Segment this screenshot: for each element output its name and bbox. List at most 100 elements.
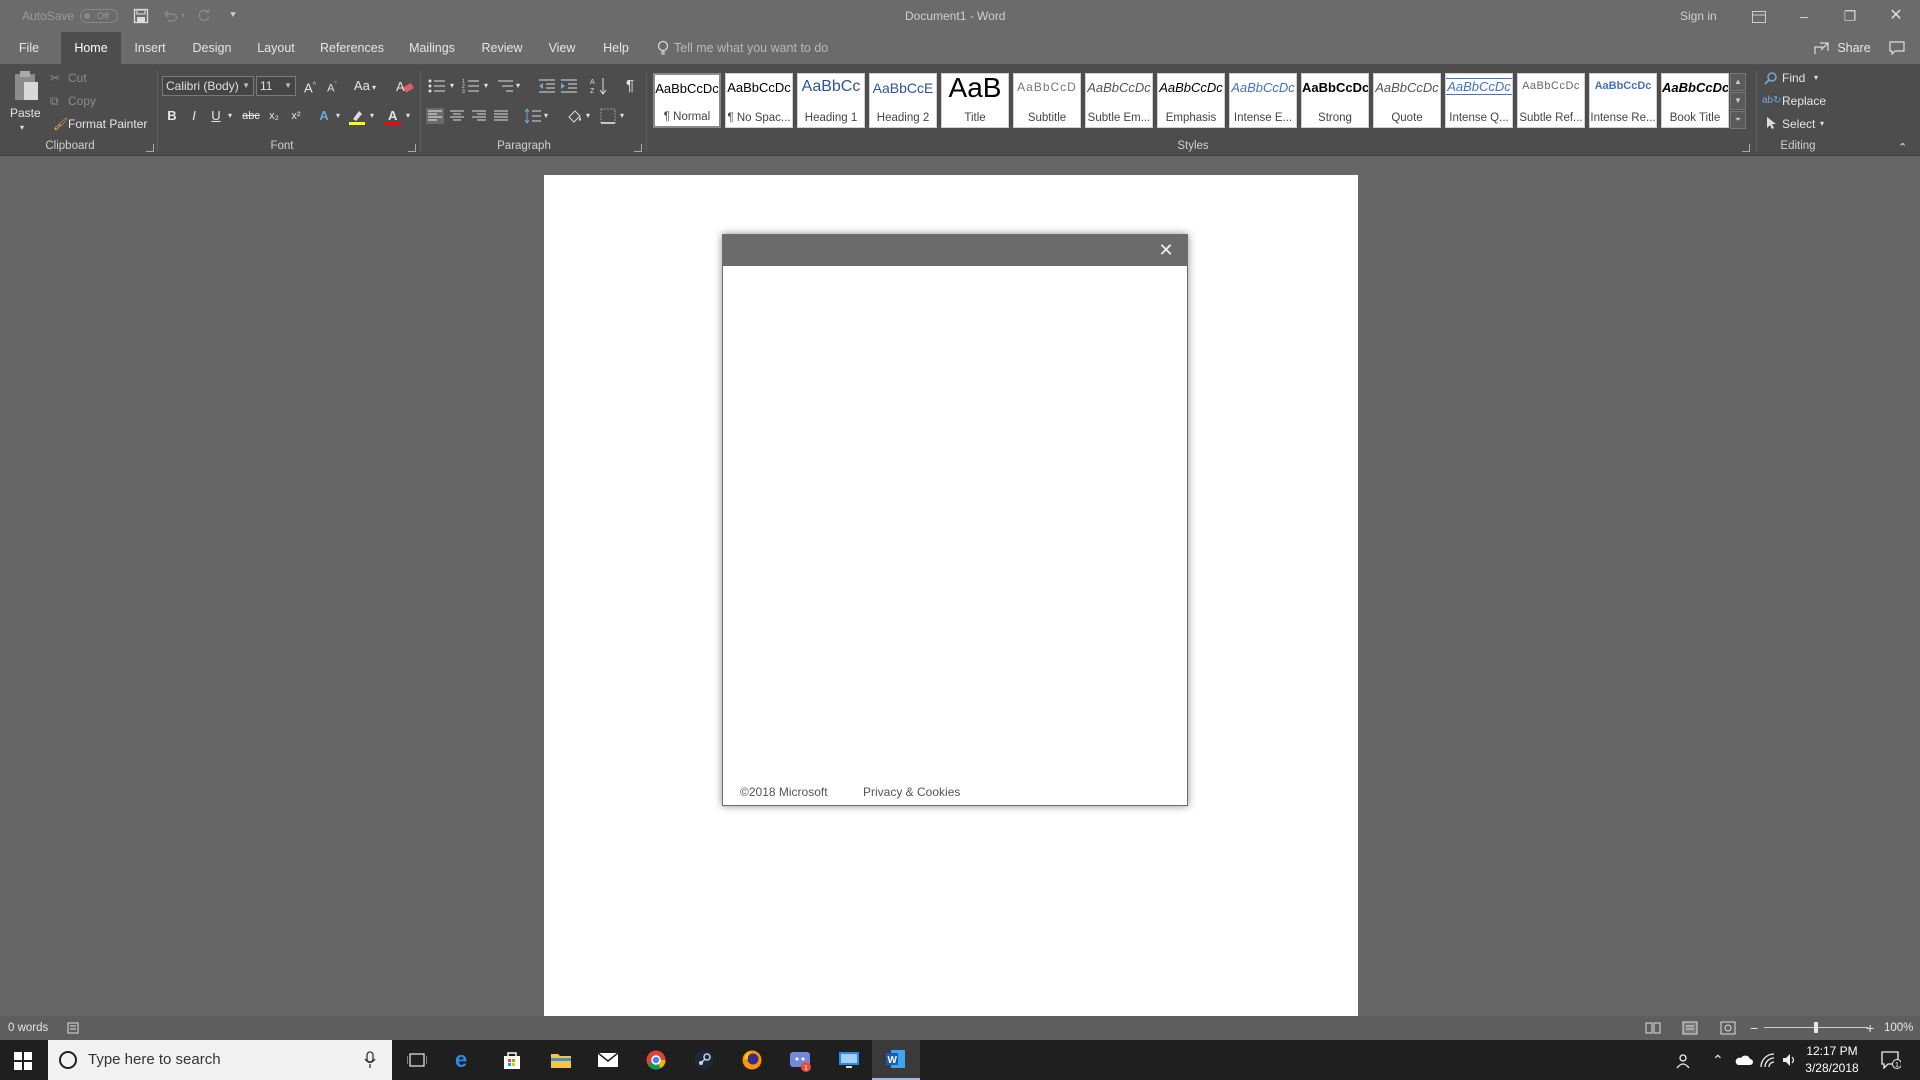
align-left-icon[interactable]: [426, 108, 444, 124]
tab-home[interactable]: Home: [61, 32, 121, 64]
collapse-ribbon-icon[interactable]: ⌃: [1898, 140, 1907, 156]
restore-icon[interactable]: ❐: [1827, 0, 1873, 32]
style-heading-1[interactable]: AaBbCc Heading 1: [797, 73, 865, 128]
style-subtitle[interactable]: AaBbCcD Subtitle: [1013, 73, 1081, 128]
file-explorer-icon[interactable]: [536, 1040, 584, 1080]
style-subtle-reference[interactable]: AaBbCcDc Subtle Ref...: [1517, 73, 1585, 128]
proofing-icon[interactable]: [67, 1022, 81, 1034]
tab-references[interactable]: References: [317, 32, 387, 64]
font-color-icon[interactable]: A: [384, 108, 402, 126]
numbering-icon[interactable]: 123: [462, 78, 480, 94]
paste-icon[interactable]: [12, 70, 40, 104]
save-icon[interactable]: [133, 8, 149, 24]
bullets-icon[interactable]: [428, 78, 446, 94]
borders-icon[interactable]: [600, 108, 616, 124]
style-no-spacing[interactable]: AaBbCcDc ¶ No Spac...: [725, 73, 793, 128]
copy-button[interactable]: Copy: [68, 93, 96, 109]
align-center-icon[interactable]: [448, 108, 466, 124]
paragraph-launcher-icon[interactable]: [634, 144, 642, 152]
tab-layout[interactable]: Layout: [252, 32, 300, 64]
tab-mailings[interactable]: Mailings: [404, 32, 460, 64]
tab-insert[interactable]: Insert: [128, 32, 172, 64]
tab-review[interactable]: Review: [477, 32, 527, 64]
styles-launcher-icon[interactable]: [1742, 144, 1750, 152]
undo-dropdown-icon[interactable]: ▾: [181, 0, 185, 32]
edge-icon[interactable]: e: [440, 1040, 488, 1080]
word-count[interactable]: 0 words: [8, 1016, 48, 1040]
numbering-dropdown-icon[interactable]: ▾: [480, 76, 492, 96]
tab-help[interactable]: Help: [596, 32, 636, 64]
line-spacing-dropdown-icon[interactable]: ▾: [540, 106, 552, 126]
grow-font-icon[interactable]: A^: [300, 76, 320, 96]
discord-icon[interactable]: 1: [776, 1040, 824, 1080]
paste-dropdown-icon[interactable]: ▾: [20, 120, 24, 136]
read-mode-icon[interactable]: [1645, 1021, 1661, 1035]
zoom-slider-thumb[interactable]: [1814, 1022, 1818, 1033]
microphone-icon[interactable]: [364, 1051, 376, 1069]
style-emphasis[interactable]: AaBbCcDc Emphasis: [1157, 73, 1225, 128]
mail-icon[interactable]: [584, 1040, 632, 1080]
style-title[interactable]: AaB Title: [941, 73, 1009, 128]
firefox-icon[interactable]: [728, 1040, 776, 1080]
close-window-icon[interactable]: ✕: [1873, 0, 1919, 32]
style-intense-emphasis[interactable]: AaBbCcDc Intense E...: [1229, 73, 1297, 128]
tab-view[interactable]: View: [543, 32, 581, 64]
select-dropdown-icon[interactable]: ▾: [1820, 116, 1824, 132]
paste-label[interactable]: Paste: [10, 105, 41, 121]
underline-button[interactable]: U: [206, 106, 226, 126]
cut-button[interactable]: Cut: [68, 70, 87, 86]
font-size-select[interactable]: 11 ▼: [256, 76, 296, 96]
gallery-scroll-up-icon[interactable]: ▲: [1730, 73, 1746, 91]
change-case-button[interactable]: Aa ▾: [350, 76, 380, 96]
style-subtle-emphasis[interactable]: AaBbCcDc Subtle Em...: [1085, 73, 1153, 128]
highlight-dropdown-icon[interactable]: ▾: [366, 106, 378, 126]
system-clock[interactable]: 12:17 PM 3/28/2018: [1796, 1043, 1868, 1077]
format-painter-button[interactable]: Format Painter: [68, 116, 147, 132]
print-layout-icon[interactable]: [1682, 1021, 1698, 1035]
sort-icon[interactable]: AZ: [590, 76, 608, 96]
comments-icon[interactable]: [1889, 41, 1905, 55]
minimize-icon[interactable]: –: [1781, 0, 1827, 32]
zoom-in-icon[interactable]: +: [1866, 1016, 1874, 1040]
zoom-level[interactable]: 100%: [1884, 1016, 1913, 1040]
onedrive-icon[interactable]: [1735, 1054, 1753, 1066]
style-book-title[interactable]: AaBbCcDc Book Title: [1661, 73, 1729, 128]
remote-desktop-icon[interactable]: [824, 1040, 872, 1080]
autosave-toggle[interactable]: Off: [80, 9, 118, 23]
strikethrough-button[interactable]: abc: [240, 106, 262, 126]
borders-dropdown-icon[interactable]: ▾: [616, 106, 628, 126]
zoom-out-icon[interactable]: −: [1750, 1016, 1758, 1040]
chrome-icon[interactable]: [632, 1040, 680, 1080]
share-button[interactable]: Share: [1834, 32, 1874, 64]
steam-icon[interactable]: [680, 1040, 728, 1080]
customize-qat-icon[interactable]: ⯆: [229, 0, 237, 32]
tab-file[interactable]: File: [8, 32, 50, 64]
word-taskbar-icon[interactable]: W: [872, 1040, 920, 1080]
task-view-icon[interactable]: [392, 1040, 440, 1080]
clipboard-launcher-icon[interactable]: [146, 144, 154, 152]
italic-button[interactable]: I: [184, 106, 204, 126]
style-normal[interactable]: AaBbCcDc ¶ Normal: [653, 73, 721, 128]
underline-dropdown-icon[interactable]: ▾: [224, 106, 236, 126]
redo-icon[interactable]: [196, 8, 212, 24]
multilevel-dropdown-icon[interactable]: ▾: [512, 76, 524, 96]
bold-button[interactable]: B: [162, 106, 182, 126]
font-launcher-icon[interactable]: [408, 144, 416, 152]
font-family-select[interactable]: Calibri (Body) ▼: [162, 76, 254, 96]
share-icon[interactable]: [1814, 41, 1829, 55]
bullets-dropdown-icon[interactable]: ▾: [446, 76, 458, 96]
style-strong[interactable]: AaBbCcDc Strong: [1301, 73, 1369, 128]
text-effects-dropdown-icon[interactable]: ▾: [332, 106, 344, 126]
wifi-icon[interactable]: [1759, 1052, 1775, 1068]
action-center-icon[interactable]: 1: [1881, 1051, 1901, 1069]
font-color-dropdown-icon[interactable]: ▾: [402, 106, 414, 126]
text-effects-icon[interactable]: A: [314, 106, 334, 126]
store-icon[interactable]: [488, 1040, 536, 1080]
windows-start-icon[interactable]: [14, 1052, 32, 1070]
show-hidden-icons-icon[interactable]: ⌃: [1712, 1040, 1724, 1080]
style-heading-2[interactable]: AaBbCcE Heading 2: [869, 73, 937, 128]
shrink-font-icon[interactable]: Aˇ: [322, 76, 342, 96]
tell-me-search[interactable]: Tell me what you want to do: [674, 32, 874, 64]
gallery-scroll-down-icon[interactable]: ▼: [1730, 92, 1746, 110]
web-layout-icon[interactable]: [1720, 1021, 1736, 1035]
